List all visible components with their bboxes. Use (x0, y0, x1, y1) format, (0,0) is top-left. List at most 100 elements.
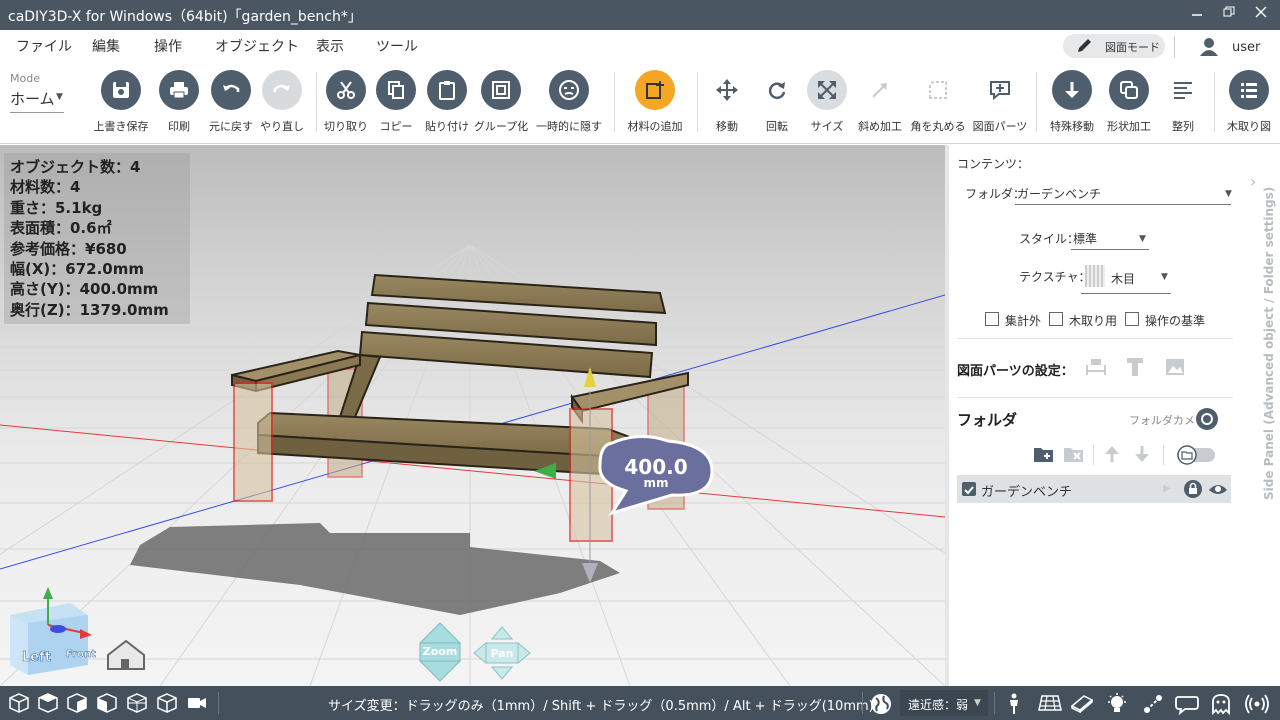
drawing-mode-label: 図面モード (1105, 41, 1160, 54)
view-cube-solid-icon[interactable] (8, 693, 30, 713)
folder-tree-label: ガーデンベンチ (981, 485, 1073, 500)
menu-file[interactable]: ファイル (16, 36, 72, 56)
align-button[interactable]: 整列 (1151, 68, 1215, 138)
home-view-icon (107, 639, 145, 670)
person-scale-icon[interactable] (1003, 693, 1025, 714)
grid-floor-icon[interactable] (1038, 693, 1062, 713)
move-down-icon[interactable] (1133, 445, 1151, 467)
camera-icon[interactable] (1195, 407, 1219, 435)
hide-face-icon (549, 70, 589, 110)
rotate-icon (757, 70, 797, 110)
chevron-right-icon[interactable]: › (1250, 172, 1256, 191)
front-left-leg (233, 382, 273, 502)
for-cutlist-label: 木取り用 (1069, 314, 1118, 328)
view-cube-left: Left (22, 650, 51, 665)
view-cube-side-icon[interactable] (96, 693, 118, 713)
cut-list-button[interactable]: 木取り図 (1217, 68, 1280, 138)
view-cube-top-icon[interactable] (37, 693, 59, 713)
view-cube-front-icon[interactable] (66, 693, 88, 713)
drawing-parts-button[interactable]: 図面パーツ (968, 68, 1032, 138)
add-material-label: 材料の追加 (627, 120, 683, 133)
video-camera-icon[interactable] (186, 693, 208, 713)
close-button[interactable] (1252, 6, 1270, 24)
status-bar: サイズ変更：ドラッグのみ（1mm）/ Shift + ドラッグ（0.5mm）/ … (0, 686, 1280, 720)
chevron-down-icon[interactable]: ▼ (1225, 189, 1232, 199)
print-icon (159, 70, 199, 110)
info-surface-area: 表面積：0.6㎡ (10, 219, 112, 238)
add-material-button[interactable]: 材料の追加 (623, 68, 687, 138)
new-folder-icon[interactable] (1033, 445, 1055, 467)
image-part-icon[interactable] (1165, 358, 1185, 380)
board-icon[interactable] (1070, 693, 1094, 714)
view-cube-front: Front (66, 649, 96, 660)
user-icon (1198, 36, 1220, 58)
chevron-down-icon[interactable]: ▼ (1139, 234, 1146, 244)
ghost-icon[interactable] (1210, 693, 1232, 716)
for-cutlist-checkbox[interactable] (1049, 312, 1063, 326)
folder-tree-row[interactable]: ガーデンベンチ ▶ (957, 475, 1231, 503)
hide-temporarily-button[interactable]: 一時的に隠す (536, 68, 602, 138)
mode-select[interactable]: Mode ホーム ▼ (10, 72, 66, 122)
texture-value[interactable]: 木目 (1111, 270, 1135, 287)
move-up-icon[interactable] (1103, 445, 1121, 467)
pencil-icon (1075, 37, 1095, 59)
copy-icon (376, 70, 416, 110)
lightbulb-icon[interactable] (1106, 693, 1128, 713)
drawing-mode-button[interactable]: 図面モード (1063, 34, 1165, 58)
style-label: スタイル： (1019, 232, 1080, 246)
exclude-total-checkbox[interactable] (985, 312, 999, 326)
menu-operate[interactable]: 操作 (154, 36, 182, 56)
info-width: 幅(X)：672.0mm (10, 260, 144, 279)
wood-texture-swatch-icon (1085, 265, 1105, 287)
folder-select-value[interactable]: ガーデンベンチ (1017, 185, 1101, 202)
add-material-icon (635, 70, 675, 110)
menu-object[interactable]: オブジェクト (215, 36, 299, 56)
info-weight: 重さ：5.1kg (10, 198, 103, 217)
cut-list-label: 木取り図 (1227, 120, 1271, 133)
resize-icon (807, 70, 847, 110)
special-move-icon (1052, 70, 1092, 110)
mode-caption: Mode (10, 72, 40, 85)
menu-edit[interactable]: 編集 (92, 36, 120, 56)
diagonal-cut-icon (860, 70, 900, 110)
redo-button[interactable]: やり直し (250, 68, 314, 138)
3d-viewport[interactable]: 400.0 mm Left Front Zoom Pan オブジェクト数：4 材… (0, 145, 945, 686)
restore-button[interactable] (1220, 6, 1238, 24)
texture-label: テクスチャ： (1019, 270, 1091, 284)
save-icon (101, 70, 141, 110)
side-panel: コンテンツ： フォルダ： ガーデンベンチ ▼ スタイル： 標準 ▼ テクスチャ：… (945, 145, 1280, 686)
status-hint: サイズ変更：ドラッグのみ（1mm）/ Shift + ドラッグ（0.5mm）/ … (328, 699, 874, 714)
folder-toggle-icon[interactable] (1175, 445, 1217, 469)
view-cube-wire-icon[interactable] (126, 693, 148, 713)
visibility-icon[interactable] (1207, 478, 1229, 504)
delete-folder-icon[interactable] (1063, 445, 1085, 467)
dimension-unit: mm (643, 476, 668, 490)
broadcast-icon[interactable] (1245, 693, 1269, 714)
round-corner-icon (918, 70, 958, 110)
zoom-label: Zoom (423, 645, 458, 658)
info-reference-price: 参考価格：¥680 (10, 239, 127, 258)
play-icon[interactable]: ▶ (1163, 483, 1171, 494)
dimension-part-icon[interactable] (1085, 357, 1107, 381)
user-name: user (1232, 40, 1261, 55)
style-value[interactable]: 標準 (1073, 230, 1097, 247)
globe-icon[interactable] (870, 693, 892, 714)
folder-select-label: フォルダ： (965, 187, 1026, 201)
menu-tools[interactable]: ツール (376, 36, 418, 56)
perspective-dropdown[interactable]: 遠近感：弱 ▼ (900, 690, 988, 716)
menu-view[interactable]: 表示 (316, 36, 344, 56)
lock-icon[interactable] (1183, 479, 1203, 503)
group-button[interactable]: グループ化 (469, 68, 533, 138)
speech-bubble-icon[interactable] (1175, 693, 1199, 716)
info-object-count: オブジェクト数：4 (10, 158, 141, 176)
mode-value: ホーム (10, 90, 55, 108)
minimize-button[interactable] (1188, 6, 1206, 24)
screw-part-icon[interactable] (1125, 356, 1145, 382)
operation-base-checkbox[interactable] (1125, 312, 1139, 326)
view-cube-outline-icon[interactable] (156, 693, 178, 713)
measure-points-icon[interactable] (1142, 693, 1164, 713)
folder-visible-checkbox[interactable] (962, 482, 976, 496)
side-panel-title[interactable]: Side Panel (Advanced object / Folder set… (1262, 187, 1276, 500)
folder-heading: フォルダ (957, 411, 1018, 429)
chevron-down-icon[interactable]: ▼ (1161, 272, 1168, 282)
